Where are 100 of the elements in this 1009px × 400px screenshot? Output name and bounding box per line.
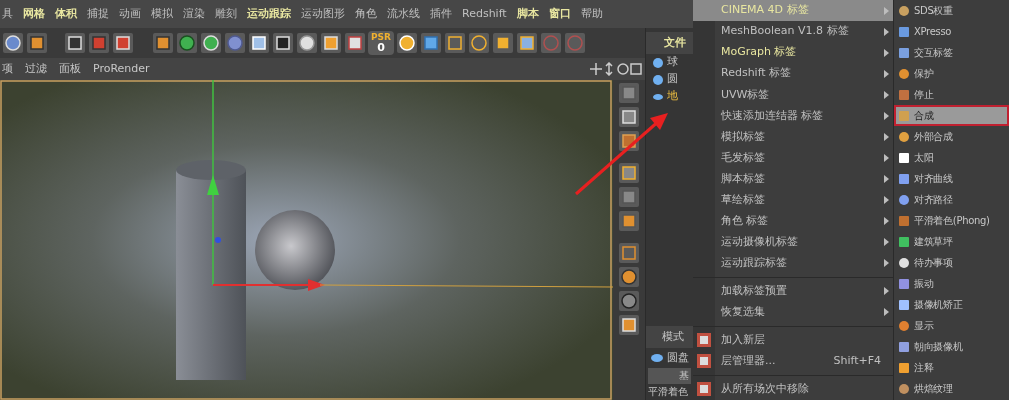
submenu-arrow-icon [884,48,889,57]
menu-item[interactable]: 合成 [894,105,1009,126]
tag-icon [897,381,911,396]
menu-item[interactable]: SDS权重 [894,0,1009,21]
menu-item[interactable]: 运动跟踪 [247,5,291,23]
menu-item[interactable]: 毛发标签 [693,147,893,169]
menu-item[interactable]: 运动摄像机标签 [693,231,893,253]
tag-icon [897,24,911,39]
tag-icon [897,108,911,123]
submenu-arrow-icon [884,175,889,184]
menu-item[interactable]: XPresso [894,21,1009,42]
menu-item[interactable]: 运动跟踪标签 [693,252,893,274]
sphere-icon[interactable] [176,32,198,54]
menu-item[interactable]: 平滑着色(Phong) [894,210,1009,231]
menu-item[interactable]: 运动图形 [301,5,345,23]
menu-item[interactable]: MeshBoolean V1.8 标签 [693,21,893,43]
menu-item[interactable]: 振动 [894,273,1009,294]
section-tab[interactable]: 基 [648,368,691,384]
menu-item[interactable]: Redshift [462,5,507,23]
object-name[interactable]: 地 [667,88,678,105]
tag-icon [897,339,911,354]
menu-item[interactable]: 保护 [894,63,1009,84]
submenu-arrow-icon [884,132,889,141]
psr-button[interactable]: PSR 0 [368,31,394,55]
menu-item[interactable]: 模拟标签 [693,126,893,148]
submenu-arrow-icon [884,217,889,226]
menu-item[interactable]: Redshift 标签 [693,63,893,85]
menu-item[interactable]: 角色 [355,5,377,23]
menu-item[interactable]: 快速添加连结器 标签 [693,105,893,127]
menu-item[interactable]: 网格 [23,5,45,23]
menu-item[interactable]: 烘焙纹理 [894,378,1009,399]
tag-icon [897,150,911,165]
menu-item[interactable]: 插件 [430,5,452,23]
menu-item[interactable]: 体积 [55,5,77,23]
tag-icon [897,234,911,249]
menu-item[interactable]: 外部合成 [894,126,1009,147]
menu-item[interactable]: 脚本标签 [693,168,893,190]
tag-icon [897,318,911,333]
menu-item[interactable]: 加载标签预置 [693,280,893,302]
viewport-nav-icons[interactable] [589,62,643,76]
menu-item[interactable]: 窗口 [548,5,571,23]
submenu-arrow-icon [884,90,889,99]
tag-icon [897,3,911,18]
submenu-arrow-icon [884,111,889,120]
tag-icon [897,171,911,186]
menu-item[interactable]: 朝向摄像机 [894,336,1009,357]
submenu-arrow-icon [884,259,889,268]
menu-item[interactable]: UVW标签 [693,84,893,106]
menu-item[interactable]: 显示 [894,315,1009,336]
submenu-arrow-icon [884,287,889,296]
submenu-arrow-icon [884,308,889,317]
tag-icon [897,66,911,81]
menu-item[interactable]: 摄像机矫正 [894,294,1009,315]
object-name: 圆盘 [667,349,689,366]
viewport-menu-item[interactable]: 过滤 [25,60,47,78]
layer-icon [696,353,712,370]
menu-item[interactable]: 加入新层 [693,329,893,351]
menu-item[interactable]: 层管理器... Shift+F4 [693,350,893,372]
tag-icon [897,360,911,375]
tag-icon [897,213,911,228]
menu-item[interactable]: 对齐曲线 [894,168,1009,189]
menu-item[interactable]: 渲染 [183,5,205,23]
menu-item[interactable]: 太阳 [894,147,1009,168]
tag-icon [897,297,911,312]
submenu-arrow-icon [884,196,889,205]
menu-item[interactable]: 捕捉 [87,5,109,23]
menu-item[interactable]: 恢复选集 [693,301,893,323]
object-name[interactable]: 球 [667,54,678,71]
menu-item[interactable]: 交互标签 [894,42,1009,63]
viewport-menu-item[interactable]: ProRender [93,60,150,78]
submenu-arrow-icon [884,6,889,15]
menu-item[interactable]: 停止 [894,84,1009,105]
layer-icon [696,381,712,398]
menu-item[interactable]: 动画 [119,5,141,23]
menu-item[interactable]: 具 [2,5,13,23]
object-name[interactable]: 圆 [667,71,678,88]
menu-item[interactable]: 流水线 [387,5,420,23]
menu-item[interactable]: 建筑草坪 [894,231,1009,252]
menu-item[interactable]: 注释 [894,357,1009,378]
menu-item[interactable]: 模拟 [151,5,173,23]
shortcut-label: Shift+F4 [833,353,881,370]
menu-item[interactable]: MoGraph 标签 [693,42,893,64]
viewport-menu-item[interactable]: 项 [2,60,13,78]
menu-item[interactable]: 从所有场次中移除 [693,378,893,400]
layer-icon [696,332,712,349]
menu-item[interactable]: 角色 标签 [693,210,893,232]
tag-icon [897,87,911,102]
field-label: 平滑着色 [648,385,689,399]
tag-icon [897,276,911,291]
menu-item[interactable]: 脚本 [516,5,539,23]
submenu-arrow-icon [884,238,889,247]
tag-icon [897,192,911,207]
menu-item[interactable]: 雕刻 [215,5,237,23]
viewport-menu-item[interactable]: 面板 [59,60,81,78]
tag-icon [897,129,911,144]
menu-item[interactable]: 帮助 [580,5,603,23]
tag-icon [897,255,911,270]
menu-item[interactable]: 草绘标签 [693,189,893,211]
menu-item[interactable]: 对齐路径 [894,189,1009,210]
menu-item[interactable]: 待办事项 [894,252,1009,273]
